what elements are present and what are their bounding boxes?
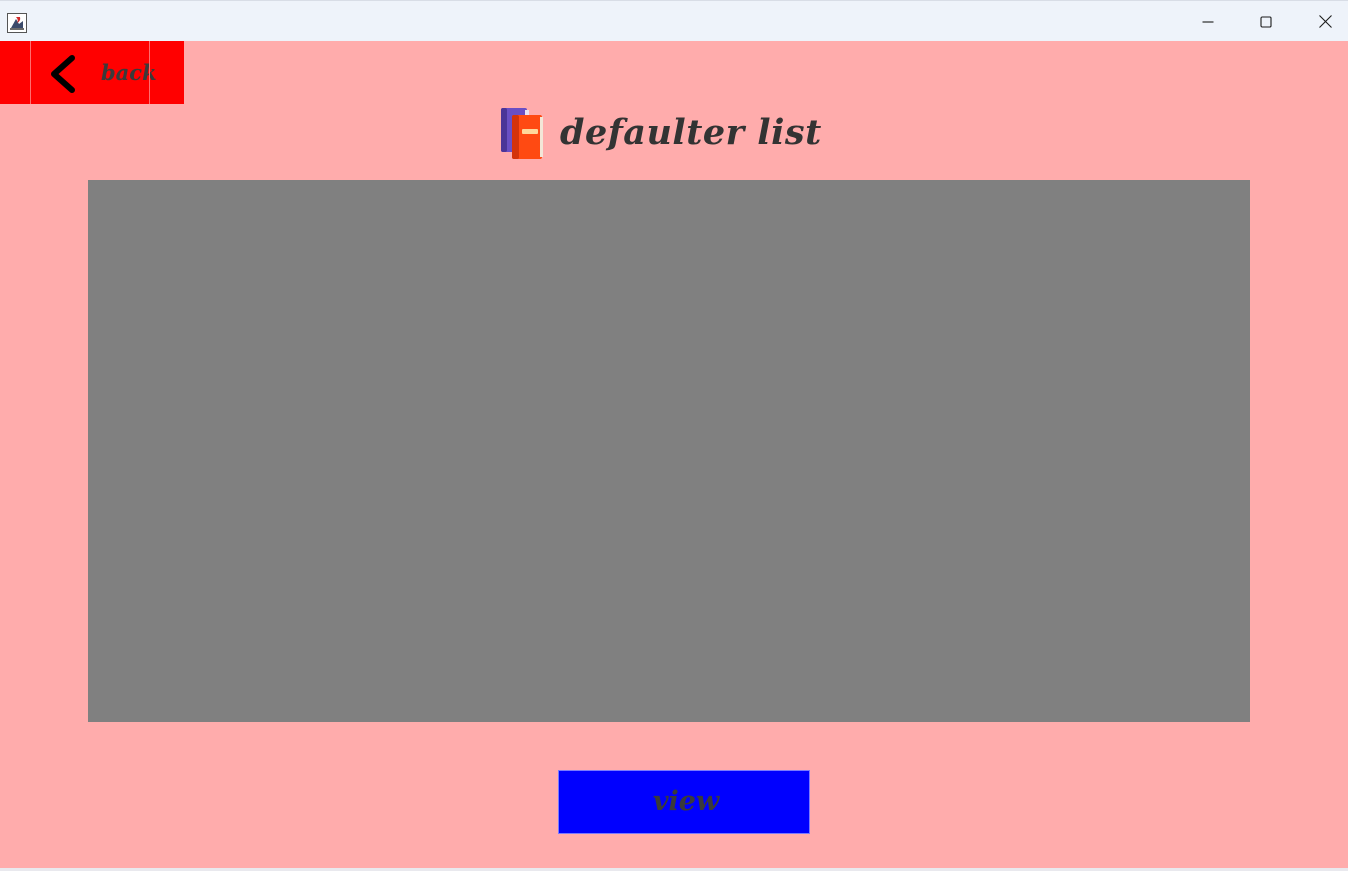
- minimize-button[interactable]: [1179, 1, 1237, 42]
- chevron-left-icon: [51, 55, 75, 93]
- back-button[interactable]: back: [0, 41, 184, 104]
- page-heading: defaulter list: [498, 105, 822, 161]
- books-icon: [501, 108, 543, 159]
- back-button-divider: [30, 41, 31, 104]
- defaulter-table[interactable]: [88, 180, 1250, 722]
- java-app-icon: [7, 13, 27, 33]
- view-button[interactable]: view: [558, 770, 810, 834]
- page-title: defaulter list: [560, 112, 822, 153]
- app-window: back defaulter list view: [0, 0, 1348, 871]
- close-icon: [1318, 15, 1332, 28]
- back-button-divider: [149, 41, 150, 104]
- close-button[interactable]: [1296, 1, 1348, 42]
- maximize-button[interactable]: [1237, 1, 1295, 42]
- view-label: view: [652, 786, 720, 817]
- main-panel: back defaulter list view: [0, 41, 1348, 868]
- maximize-icon: [1260, 15, 1272, 28]
- minimize-icon: [1202, 20, 1214, 23]
- title-bar[interactable]: [0, 0, 1348, 41]
